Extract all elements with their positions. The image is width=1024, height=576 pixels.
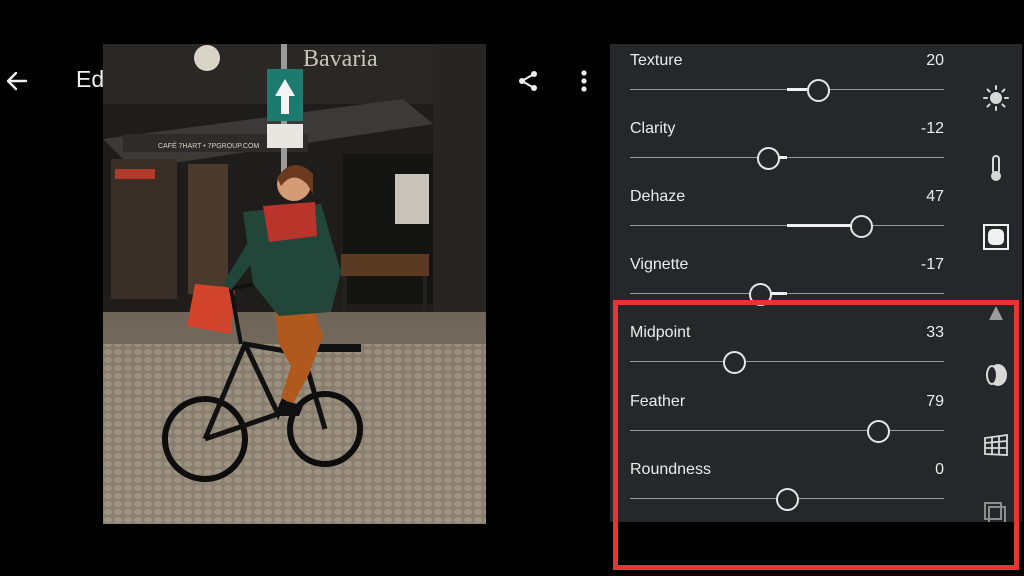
geometry-icon[interactable] bbox=[982, 431, 1010, 459]
slider-knob[interactable] bbox=[723, 351, 746, 374]
slider-knob[interactable] bbox=[776, 488, 799, 511]
slider-knob[interactable] bbox=[757, 147, 780, 170]
color-temperature-icon[interactable] bbox=[982, 154, 1010, 182]
slider-track[interactable] bbox=[630, 361, 944, 362]
optics-icon[interactable] bbox=[982, 361, 1010, 389]
slider-knob[interactable] bbox=[867, 420, 890, 443]
slider-value: -17 bbox=[920, 256, 944, 273]
back-arrow-icon[interactable] bbox=[4, 68, 30, 94]
storefront-sign: Bavaria bbox=[303, 46, 378, 72]
slider-track[interactable] bbox=[630, 293, 944, 294]
slider-value: 0 bbox=[935, 461, 944, 478]
slider-clarity[interactable]: Clarity -12 bbox=[630, 112, 944, 180]
slider-track[interactable] bbox=[630, 430, 944, 431]
slider-dehaze[interactable]: Dehaze 47 bbox=[630, 180, 944, 248]
slider-midpoint[interactable]: Midpoint 33 bbox=[630, 316, 944, 384]
slider-label: Dehaze bbox=[630, 188, 686, 205]
slider-roundness[interactable]: Roundness 0 bbox=[630, 453, 944, 521]
slider-value: 47 bbox=[926, 188, 944, 205]
slider-texture[interactable]: Texture 20 bbox=[630, 44, 944, 112]
slider-label: Feather bbox=[630, 393, 686, 410]
slider-list[interactable]: Texture 20 Clarity -12 Dehaze 47 Vignette -17 Mi… bbox=[610, 44, 960, 522]
tool-strip bbox=[970, 44, 1022, 524]
slider-feather[interactable]: Feather 79 bbox=[630, 385, 944, 453]
slider-label: Vignette bbox=[630, 256, 689, 273]
slider-vignette[interactable]: Vignette -17 bbox=[630, 248, 944, 316]
slider-value: 20 bbox=[926, 52, 944, 69]
slider-value: 33 bbox=[926, 324, 944, 341]
slider-knob[interactable] bbox=[850, 215, 873, 238]
more-options-icon[interactable] bbox=[574, 68, 594, 94]
slider-track[interactable] bbox=[630, 157, 944, 158]
slider-label: Roundness bbox=[630, 461, 711, 478]
slider-value: 79 bbox=[926, 393, 944, 410]
effects-icon[interactable] bbox=[982, 223, 1010, 251]
slider-label: Clarity bbox=[630, 120, 676, 137]
slider-label: Texture bbox=[630, 52, 683, 69]
adjustments-panel: Texture 20 Clarity -12 Dehaze 47 Vignette -17 Mi… bbox=[610, 44, 1022, 524]
photo-preview[interactable]: Bavaria CAFÉ 7HART • 7PGROUP.COM bbox=[103, 44, 486, 524]
slider-label: Midpoint bbox=[630, 324, 691, 341]
slider-value: -12 bbox=[920, 120, 944, 137]
light-icon[interactable] bbox=[982, 84, 1010, 112]
slider-knob[interactable] bbox=[749, 283, 772, 306]
share-icon[interactable] bbox=[515, 68, 541, 94]
detail-icon[interactable] bbox=[982, 296, 1010, 324]
cafe-sign: CAFÉ 7HART • 7PGROUP.COM bbox=[158, 141, 259, 150]
slider-knob[interactable] bbox=[807, 79, 830, 102]
panel-bottom-area bbox=[610, 522, 1022, 576]
